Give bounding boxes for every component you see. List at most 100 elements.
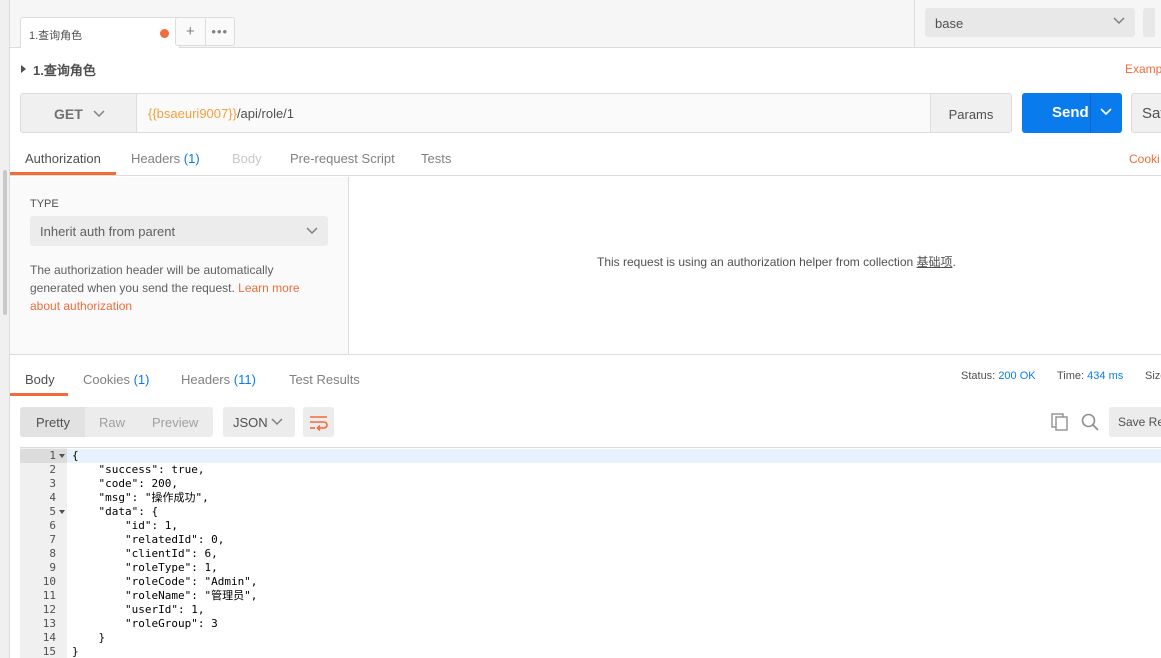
- code-text: }: [72, 631, 106, 644]
- expand-triangle-icon[interactable]: [21, 65, 26, 73]
- status-value: 200 OK: [998, 370, 1036, 382]
- url-input[interactable]: {{bsaeuri9007}}/api/role/1: [137, 93, 931, 133]
- auth-settings-panel: TYPE Inherit auth from parent The author…: [10, 177, 349, 355]
- send-label: Send: [1052, 104, 1089, 121]
- send-divider: [1090, 93, 1091, 133]
- save-response-label: Save Re: [1118, 415, 1161, 429]
- send-options-chevron-icon[interactable]: [1100, 108, 1112, 116]
- chevron-down-icon: [1113, 17, 1125, 25]
- tab-headers[interactable]: Headers (1): [131, 151, 200, 166]
- code-line: 8 "clientId": 6,: [20, 547, 1161, 561]
- tab-options-button[interactable]: •••: [204, 18, 235, 45]
- format-preview[interactable]: Preview: [152, 415, 198, 430]
- url-path: /api/role/1: [236, 106, 295, 121]
- resp-tab-cookies[interactable]: Cookies (1): [83, 372, 149, 387]
- url-variable: {{bsaeuri9007}}: [148, 106, 237, 121]
- fold-toggle-icon[interactable]: [59, 454, 65, 458]
- auth-info-panel: This request is using an authorization h…: [349, 177, 1161, 355]
- code-line: 7 "relatedId": 0,: [20, 533, 1161, 547]
- code-line: 11 "roleName": "管理员",: [20, 589, 1161, 603]
- code-line: 4 "msg": "操作成功",: [20, 491, 1161, 505]
- save-label: Sav: [1142, 105, 1161, 122]
- environment-value: base: [935, 16, 964, 31]
- request-name-row: 1.查询角色 Examp: [10, 48, 1161, 90]
- environment-quicklook-button[interactable]: [1143, 8, 1155, 37]
- examples-link[interactable]: Examp: [1125, 62, 1161, 76]
- code-text: "roleGroup": 3: [72, 617, 218, 630]
- more-icon: •••: [211, 24, 229, 39]
- headers-count: (1): [183, 151, 200, 166]
- chevron-down-icon: [271, 418, 283, 426]
- code-text: "id": 1,: [72, 519, 178, 532]
- line-number: 4: [49, 491, 56, 504]
- tab-pre-request-script[interactable]: Pre-request Script: [290, 151, 395, 166]
- tab-tests[interactable]: Tests: [421, 151, 451, 166]
- language-select[interactable]: JSON: [223, 407, 295, 437]
- send-button[interactable]: Send: [1022, 93, 1122, 133]
- response-size: Size: [1145, 370, 1161, 382]
- method-select[interactable]: GET: [20, 93, 137, 133]
- code-text: "success": true,: [72, 463, 205, 476]
- params-button[interactable]: Params: [930, 93, 1012, 133]
- unsaved-dot-icon: [160, 29, 169, 38]
- resp-tab-body[interactable]: Body: [25, 372, 55, 387]
- cookies-link[interactable]: Cooki: [1129, 152, 1160, 166]
- line-number: 6: [49, 519, 56, 532]
- auth-type-label: TYPE: [30, 198, 59, 210]
- response-tabs: Body Cookies (1) Headers (11) Test Resul…: [10, 356, 1161, 396]
- line-number: 2: [49, 463, 56, 476]
- auth-type-select[interactable]: Inherit auth from parent: [30, 216, 328, 246]
- format-pretty[interactable]: Pretty: [36, 415, 70, 430]
- left-sidebar-edge: [0, 0, 10, 658]
- response-time: Time: 434 ms: [1057, 370, 1124, 382]
- line-number: 3: [49, 477, 56, 490]
- format-raw[interactable]: Raw: [99, 415, 125, 430]
- fold-toggle-icon[interactable]: [59, 510, 65, 514]
- resp-tab-headers[interactable]: Headers (11): [181, 372, 256, 387]
- format-toggle: Pretty Raw Preview: [20, 407, 213, 437]
- collection-link[interactable]: 基础项: [917, 255, 953, 269]
- tab-body[interactable]: Body: [232, 151, 262, 166]
- wrap-lines-icon: [310, 416, 328, 431]
- line-number: 10: [42, 575, 56, 588]
- save-response-button[interactable]: Save Re: [1109, 407, 1161, 437]
- auth-description: The authorization header will be automat…: [30, 263, 300, 313]
- code-text: "roleName": "管理员",: [72, 589, 258, 602]
- response-status: Status: 200 OK: [961, 370, 1036, 382]
- code-text: "clientId": 6,: [72, 547, 218, 560]
- line-number: 14: [42, 631, 56, 644]
- code-text: }: [72, 645, 79, 658]
- line-number: 7: [49, 533, 56, 546]
- code-line: 6 "id": 1,: [20, 519, 1161, 533]
- line-number: 8: [49, 547, 56, 560]
- cookies-count: (1): [133, 372, 150, 387]
- wrap-lines-button[interactable]: [303, 407, 334, 437]
- line-number: 12: [42, 603, 56, 616]
- code-line: 12 "userId": 1,: [20, 603, 1161, 617]
- save-button[interactable]: Sav: [1131, 93, 1161, 133]
- environment-select[interactable]: base: [925, 8, 1135, 37]
- tab-authorization[interactable]: Authorization: [25, 151, 101, 166]
- code-line: 15}: [20, 645, 1161, 658]
- chevron-down-icon: [93, 110, 105, 118]
- code-text: "roleType": 1,: [72, 561, 218, 574]
- code-line: 1{: [20, 449, 1161, 463]
- request-tab-label: 1.查询角色: [29, 30, 83, 42]
- code-text: {: [72, 449, 79, 462]
- plus-icon: +: [185, 23, 195, 40]
- code-text: "data": {: [72, 505, 159, 518]
- search-icon[interactable]: [1080, 412, 1100, 432]
- code-line: 14 }: [20, 631, 1161, 645]
- copy-icon[interactable]: [1050, 412, 1070, 432]
- resp-tab-test-results[interactable]: Test Results: [289, 372, 360, 387]
- line-number: 15: [42, 645, 56, 658]
- request-name: 1.查询角色: [33, 63, 96, 78]
- request-tab[interactable]: 1.查询角色: [20, 17, 180, 48]
- code-text: "code": 200,: [72, 477, 178, 490]
- sidebar-scrollbar[interactable]: [3, 170, 7, 315]
- new-tab-button[interactable]: +: [176, 18, 205, 45]
- code-line: 2 "success": true,: [20, 463, 1161, 477]
- response-body-editor[interactable]: 1{2 "success": true, 3 "code": 200, 4 "msg…: [20, 447, 1161, 658]
- code-line: 13 "roleGroup": 3: [20, 617, 1161, 631]
- request-tabs: Authorization Headers (1) Body Pre-reque…: [10, 140, 1161, 176]
